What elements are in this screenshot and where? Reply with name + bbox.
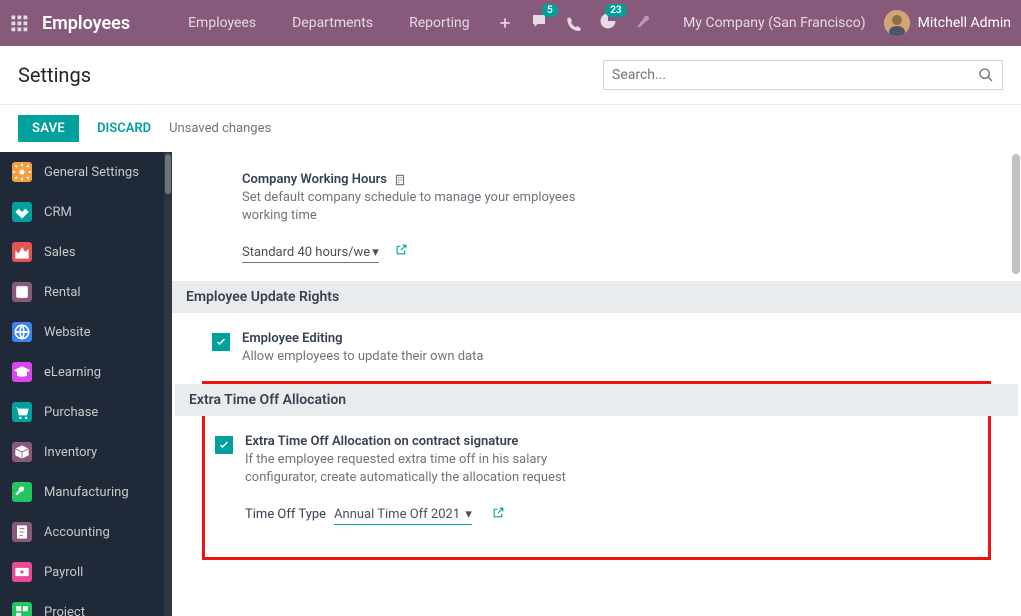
- unsaved-label: Unsaved changes: [169, 121, 271, 136]
- sidebar-item-website[interactable]: Website: [0, 312, 172, 352]
- sidebar-item-label: General Settings: [44, 165, 139, 180]
- company-selector[interactable]: My Company (San Francisco): [683, 15, 865, 31]
- sidebar-item-project[interactable]: Project: [0, 592, 172, 616]
- main: General Settings CRM Sales Rental Websit…: [0, 152, 1021, 616]
- employee-editing-checkbox[interactable]: [212, 333, 230, 351]
- gear-icon: [12, 162, 32, 182]
- nav-departments[interactable]: Departments: [274, 15, 391, 31]
- working-hours-title: Company Working Hours: [242, 172, 387, 187]
- check-icon: [218, 439, 230, 451]
- nav-right: My Company (San Francisco) Mitchell Admi…: [683, 10, 1011, 36]
- caret-down-icon: ▾: [465, 507, 472, 522]
- avatar: [884, 10, 910, 36]
- sidebar-item-elearning[interactable]: eLearning: [0, 352, 172, 392]
- doc-icon: [12, 522, 32, 542]
- nav-employees[interactable]: Employees: [170, 15, 274, 31]
- page-title: Settings: [18, 63, 91, 87]
- section-extra-timeoff: Extra Time Off Allocation: [175, 384, 1018, 416]
- sidebar-item-general[interactable]: General Settings: [0, 152, 172, 192]
- sidebar-item-label: eLearning: [44, 365, 101, 380]
- content-scrollbar[interactable]: [1011, 152, 1021, 616]
- sidebar-item-label: Accounting: [44, 525, 110, 540]
- sidebar-item-crm[interactable]: CRM: [0, 192, 172, 232]
- content-area: Company Working Hours Set default compan…: [172, 152, 1021, 616]
- timeoff-type-label: Time Off Type: [245, 507, 326, 522]
- external-link-icon[interactable]: [395, 241, 408, 260]
- employee-editing-title: Employee Editing: [242, 331, 484, 346]
- employee-editing-desc: Allow employees to update their own data: [242, 348, 484, 366]
- tools-icon[interactable]: [635, 15, 651, 31]
- messages-icon[interactable]: 5: [530, 12, 548, 34]
- phone-icon[interactable]: [566, 16, 581, 31]
- chart-icon: [12, 242, 32, 262]
- sidebar-item-label: Purchase: [44, 405, 98, 420]
- working-hours-select[interactable]: Standard 40 hours/we▾: [242, 243, 379, 263]
- section-update-rights: Employee Update Rights: [172, 281, 1021, 313]
- check-icon: [215, 336, 227, 348]
- setting-working-hours: Company Working Hours Set default compan…: [202, 172, 991, 263]
- apps-icon[interactable]: [10, 14, 28, 32]
- sidebar-item-label: Payroll: [44, 565, 83, 580]
- handshake-icon: [12, 202, 32, 222]
- settings-header: Settings: [0, 46, 1021, 105]
- sidebar-item-inventory[interactable]: Inventory: [0, 432, 172, 472]
- globe-icon: [12, 322, 32, 342]
- box-icon: [12, 442, 32, 462]
- task-icon: [12, 602, 32, 616]
- search-icon[interactable]: [978, 67, 994, 83]
- activities-icon[interactable]: 23: [599, 12, 617, 34]
- top-navbar: Employees Employees Departments Reportin…: [0, 0, 1021, 46]
- user-menu[interactable]: Mitchell Admin: [884, 10, 1011, 36]
- action-bar: SAVE DISCARD Unsaved changes: [0, 105, 1021, 152]
- caret-down-icon: ▾: [372, 245, 379, 260]
- sidebar-item-label: Rental: [44, 285, 81, 300]
- nav-toolbar: 5 23: [498, 12, 651, 34]
- sidebar-item-label: CRM: [44, 205, 72, 220]
- sidebar-scrollbar[interactable]: [164, 152, 172, 616]
- sidebar-item-manufacturing[interactable]: Manufacturing: [0, 472, 172, 512]
- money-icon: [12, 562, 32, 582]
- building-icon: [393, 173, 407, 187]
- save-button[interactable]: SAVE: [18, 115, 79, 142]
- sidebar-item-purchase[interactable]: Purchase: [0, 392, 172, 432]
- external-link-icon[interactable]: [492, 506, 505, 523]
- cart-icon: [12, 402, 32, 422]
- plus-icon[interactable]: [498, 16, 512, 30]
- search-box[interactable]: [603, 60, 1003, 90]
- sidebar-item-payroll[interactable]: Payroll: [0, 552, 172, 592]
- search-input[interactable]: [612, 67, 978, 83]
- sidebar-item-label: Inventory: [44, 445, 97, 460]
- setting-extra-alloc: Extra Time Off Allocation on contract si…: [205, 434, 988, 525]
- user-name: Mitchell Admin: [918, 15, 1011, 31]
- sidebar-item-rental[interactable]: Rental: [0, 272, 172, 312]
- working-hours-desc: Set default company schedule to manage y…: [242, 189, 582, 225]
- extra-alloc-title: Extra Time Off Allocation on contract si…: [245, 434, 585, 449]
- highlight-extra-timeoff: Extra Time Off Allocation Extra Time Off…: [202, 381, 991, 560]
- settings-sidebar: General Settings CRM Sales Rental Websit…: [0, 152, 172, 616]
- wrench-icon: [12, 482, 32, 502]
- discard-button[interactable]: DISCARD: [97, 121, 151, 136]
- grad-icon: [12, 362, 32, 382]
- messages-badge: 5: [542, 4, 558, 17]
- brand-title[interactable]: Employees: [42, 13, 130, 34]
- nav-reporting[interactable]: Reporting: [391, 15, 488, 31]
- extra-alloc-checkbox[interactable]: [215, 436, 233, 454]
- setting-employee-editing: Employee Editing Allow employees to upda…: [202, 331, 991, 366]
- sidebar-item-label: Project: [44, 605, 85, 616]
- timeoff-type-select[interactable]: Annual Time Off 2021 ▾: [334, 505, 472, 525]
- sidebar-item-label: Website: [44, 325, 91, 340]
- sidebar-item-accounting[interactable]: Accounting: [0, 512, 172, 552]
- extra-alloc-desc: If the employee requested extra time off…: [245, 451, 585, 487]
- key-icon: [12, 282, 32, 302]
- sidebar-item-sales[interactable]: Sales: [0, 232, 172, 272]
- sidebar-item-label: Manufacturing: [44, 485, 129, 500]
- nav-left: Employees Employees Departments Reportin…: [10, 12, 651, 34]
- sidebar-item-label: Sales: [44, 245, 76, 260]
- activities-badge: 23: [605, 4, 626, 17]
